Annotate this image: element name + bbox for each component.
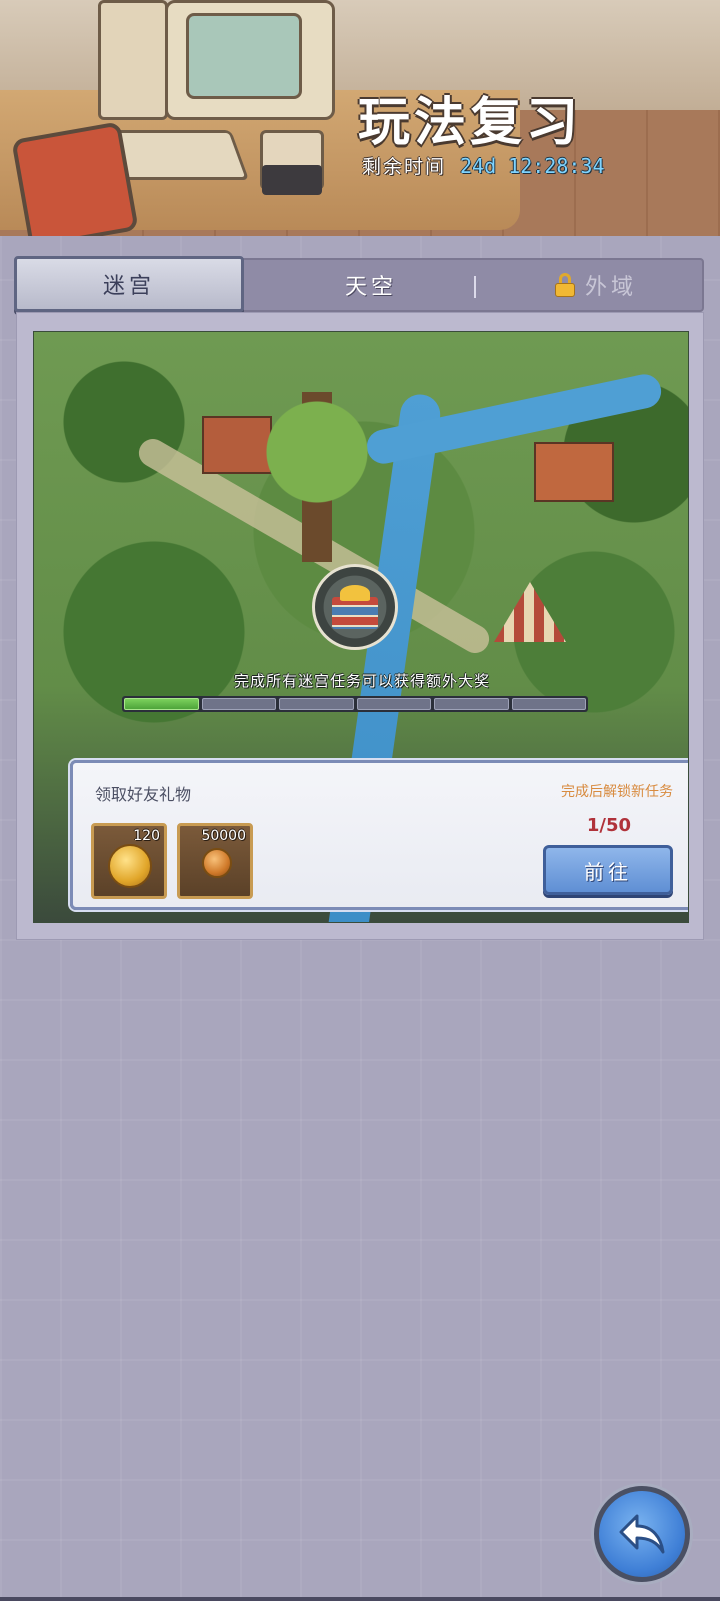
progress-segment <box>201 698 276 710</box>
copper-coin-icon <box>202 848 232 878</box>
reward-item[interactable]: 50000 <box>177 823 253 899</box>
task-card: 领取好友礼物 完成后解锁新任务 1/50 120 50000 前往 <box>70 760 688 910</box>
chair-illustration <box>11 121 139 236</box>
content-panel: 完成所有迷宫任务可以获得额外大奖 领取好友礼物 完成后解锁新任务 1/50 12… <box>16 312 704 940</box>
task-name: 领取好友礼物 <box>95 785 192 804</box>
page-title: 玩法复习 <box>358 93 583 153</box>
floppy-illustration <box>262 165 322 195</box>
timer-label: 剩余时间 <box>362 156 447 178</box>
map-caption: 完成所有迷宫任务可以获得额外大奖 <box>233 672 490 690</box>
tab-divider <box>474 276 476 298</box>
timer-row: 剩余时间 24d 12:28:34 <box>362 152 605 179</box>
tab-sky[interactable]: 天空 <box>256 258 486 312</box>
back-button[interactable] <box>594 1486 690 1582</box>
unlock-note: 完成后解锁新任务 <box>561 784 673 800</box>
lock-icon <box>554 273 575 297</box>
mode-tabs: 迷宫 天空 外域 <box>14 256 706 312</box>
progress-segment <box>434 698 509 710</box>
back-arrow-icon <box>619 1514 665 1554</box>
timer-value: 24d 12:28:34 <box>460 153 605 178</box>
maze-progress-bar <box>122 696 588 712</box>
map-tree-icon <box>262 392 372 562</box>
progress-segment <box>356 698 431 710</box>
progress-segment <box>279 698 354 710</box>
grand-prize-gift-button[interactable] <box>312 564 398 650</box>
reward-count: 50000 <box>201 828 246 844</box>
reward-item[interactable]: 120 <box>91 823 167 899</box>
task-progress: 1/50 <box>586 815 631 836</box>
reward-count: 120 <box>133 828 160 844</box>
tab-outer-label: 外域 <box>584 275 637 300</box>
progress-segment <box>511 698 586 710</box>
monitor-illustration <box>165 0 335 120</box>
progress-segment <box>124 698 199 710</box>
go-button[interactable]: 前往 <box>543 845 673 895</box>
gold-coin-icon <box>108 844 152 888</box>
gift-books-icon <box>332 585 378 629</box>
header-banner: 玩法复习 剩余时间 24d 12:28:34 <box>0 0 720 236</box>
tab-maze-label: 迷宫 <box>102 274 155 299</box>
map-tent-icon <box>494 582 566 642</box>
bottom-bar <box>0 1597 720 1601</box>
maze-map: 完成所有迷宫任务可以获得额外大奖 领取好友礼物 完成后解锁新任务 1/50 12… <box>33 331 689 923</box>
tab-maze[interactable]: 迷宫 <box>14 256 244 312</box>
go-button-label: 前往 <box>584 859 632 884</box>
computer-tower-illustration <box>98 0 168 120</box>
map-workshop-icon <box>534 442 614 502</box>
tab-outer-realm[interactable]: 外域 <box>486 258 706 312</box>
tab-sky-label: 天空 <box>344 275 397 300</box>
